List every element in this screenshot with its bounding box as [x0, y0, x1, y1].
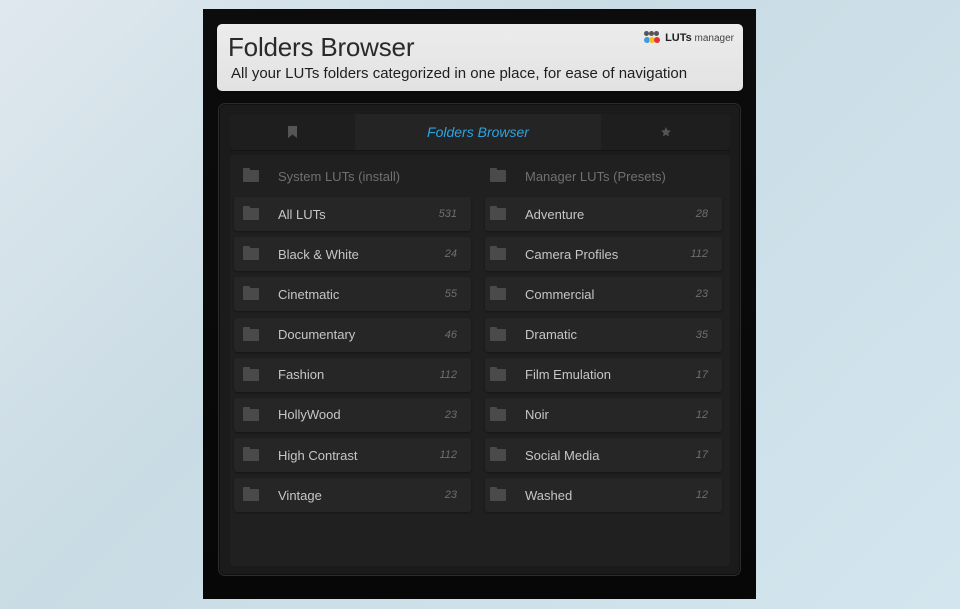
bookmark-icon — [288, 126, 297, 138]
folder-item[interactable]: Film Emulation 17 — [485, 357, 722, 392]
column-header-label: Manager LUTs (Presets) — [525, 168, 666, 184]
browser-panel: Folders Browser System LUTs (install) Al… — [218, 103, 741, 576]
folder-count: 28 — [695, 208, 708, 220]
folder-count: 17 — [695, 449, 708, 462]
brand-light: manager — [694, 33, 734, 44]
folder-item[interactable]: Fashion 112 — [234, 357, 471, 392]
folder-label: Social Media — [525, 447, 600, 463]
folder-label: HollyWood — [278, 407, 341, 423]
folder-icon — [243, 326, 259, 341]
folder-label: Film Emulation — [525, 367, 611, 383]
column-header-system[interactable]: System LUTs (install) — [230, 155, 475, 197]
folder-label: Camera Profiles — [525, 246, 619, 262]
folder-icon — [490, 168, 506, 182]
brand-name: LUTs manager — [665, 32, 734, 44]
folder-count: 46 — [444, 328, 457, 341]
folder-icon — [243, 206, 259, 220]
folder-item[interactable]: High Contrast 112 — [234, 438, 471, 473]
folder-count: 23 — [444, 408, 457, 421]
column-header-manager[interactable]: Manager LUTs (Presets) — [481, 155, 726, 197]
folder-icon — [243, 168, 259, 182]
tab-favorites[interactable] — [601, 114, 730, 150]
folder-item[interactable]: Camera Profiles 112 — [485, 237, 722, 272]
page-subtitle: All your LUTs folders categorized in one… — [231, 65, 688, 82]
folder-icon — [243, 366, 259, 381]
manager-luts-column: Manager LUTs (Presets) Adventure 28 Camera… — [481, 155, 726, 519]
system-luts-column: System LUTs (install) All LUTs 531 Black &… — [230, 155, 475, 519]
folder-item[interactable]: Adventure 28 — [485, 197, 722, 231]
folder-item[interactable]: Documentary 46 — [234, 317, 471, 352]
folder-label: Fashion — [278, 367, 325, 383]
page-title: Folders Browser — [228, 32, 415, 62]
folder-count: 531 — [438, 208, 457, 220]
folder-label: All LUTs — [278, 206, 326, 222]
folder-icon — [243, 246, 259, 261]
folder-icon — [490, 406, 506, 421]
tab-label: Folders Browser — [427, 124, 529, 140]
folder-icon — [490, 246, 506, 261]
app-window: Folders Browser All your LUTs folders ca… — [203, 9, 756, 599]
folders-grid: System LUTs (install) All LUTs 531 Black &… — [230, 155, 730, 566]
folder-count: 24 — [444, 248, 457, 261]
folder-label: Washed — [525, 487, 573, 503]
folder-label: Black & White — [278, 246, 359, 262]
star-icon — [660, 127, 671, 137]
folder-icon — [490, 326, 506, 341]
folder-item[interactable]: Black & White 24 — [234, 237, 471, 272]
folder-icon — [490, 206, 506, 220]
folder-label: Noir — [525, 407, 549, 423]
folder-count: 23 — [444, 489, 457, 502]
header-banner: Folders Browser All your LUTs folders ca… — [217, 24, 743, 91]
folder-count: 55 — [444, 288, 457, 301]
brand-bold: LUTs — [665, 32, 692, 44]
folder-icon — [490, 366, 506, 381]
folder-label: Dramatic — [525, 327, 578, 343]
folder-item[interactable]: Noir 12 — [485, 397, 722, 432]
folder-icon — [243, 487, 259, 502]
folder-item[interactable]: Dramatic 35 — [485, 317, 722, 352]
folder-count: 112 — [439, 368, 457, 381]
folder-icon — [490, 487, 506, 502]
folder-item[interactable]: Washed 12 — [485, 478, 722, 513]
column-header-label: System LUTs (install) — [278, 168, 401, 184]
folder-icon — [490, 447, 506, 462]
folder-label: High Contrast — [278, 447, 358, 463]
luts-manager-logo-icon — [644, 31, 661, 45]
folder-item[interactable]: Commercial 23 — [485, 277, 722, 312]
folder-count: 12 — [695, 489, 708, 502]
folder-label: Vintage — [278, 487, 322, 503]
brand-logo: LUTs manager — [644, 31, 734, 45]
folder-label: Adventure — [525, 206, 585, 222]
folder-count: 17 — [695, 368, 708, 381]
tab-bar: Folders Browser — [230, 114, 730, 150]
tab-bookmarks[interactable] — [230, 114, 355, 150]
folder-item[interactable]: HollyWood 23 — [234, 397, 471, 432]
folder-count: 35 — [695, 328, 708, 341]
folder-count: 23 — [695, 288, 708, 301]
folder-item[interactable]: Vintage 23 — [234, 478, 471, 513]
folder-count: 112 — [439, 449, 457, 462]
folder-item[interactable]: Social Media 17 — [485, 438, 722, 473]
folder-icon — [490, 286, 506, 301]
folder-item[interactable]: All LUTs 531 — [234, 197, 471, 231]
folder-label: Documentary — [278, 327, 356, 343]
folder-icon — [243, 406, 259, 421]
folder-label: Commercial — [525, 286, 595, 302]
folder-label: Cinetmatic — [278, 286, 340, 302]
folder-icon — [243, 447, 259, 462]
folder-count: 12 — [695, 408, 708, 421]
folder-item[interactable]: Cinetmatic 55 — [234, 277, 471, 312]
folder-count: 112 — [690, 248, 708, 261]
tab-folders-browser[interactable]: Folders Browser — [355, 114, 601, 150]
folder-icon — [243, 286, 259, 301]
